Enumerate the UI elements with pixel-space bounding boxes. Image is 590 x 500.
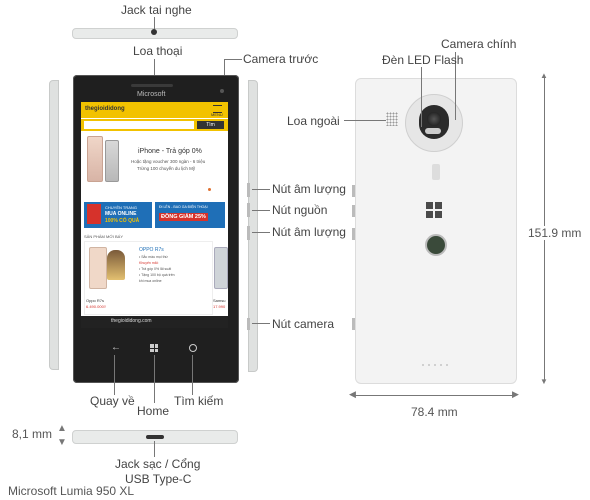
- earpiece-slot: [131, 84, 173, 87]
- nfc-badge: [425, 234, 447, 256]
- product-price: 6.490.000₫: [86, 304, 106, 309]
- promo-right-text-2: ĐỒNG GIẢM 25%: [159, 213, 208, 221]
- main-camera-inner-lens: [427, 112, 441, 126]
- thickness-label: 8,1 mm: [12, 427, 53, 441]
- label-nut-camera: Nút camera: [272, 317, 335, 331]
- headphone-jack-hole: [151, 29, 157, 35]
- label-home: Home: [137, 404, 170, 418]
- banner-title: iPhone - Trả góp 0%: [138, 148, 202, 155]
- usb-c-port: [146, 435, 164, 439]
- promo-left-text-2: MUA ONLINE: [105, 211, 137, 217]
- iphone-image-2: [105, 140, 119, 182]
- width-label: 78.4 mm: [411, 405, 458, 419]
- label-loa-thoai: Loa thoại: [133, 44, 183, 58]
- product-line-5: khi mua online: [139, 279, 162, 283]
- front-side-left: [49, 80, 59, 370]
- product2-label: Samsu: [213, 298, 226, 303]
- site-search-button: Tìm: [197, 121, 224, 129]
- product-name: OPPO R7s: [139, 247, 164, 253]
- back-pointer-line: [114, 355, 115, 395]
- section-title: SẢN PHẨM MỚI BÁY: [84, 234, 123, 239]
- banner-line-2: Trừng 100 chuyến du lịch Mỹ: [137, 166, 196, 171]
- label-nut-am-luong-1: Nút âm lượng: [272, 182, 346, 196]
- width-dimension-line: [355, 395, 515, 396]
- volume2-pointer-line: [252, 232, 270, 233]
- jack-pointer-line: [154, 17, 155, 29]
- label-den-flash: Đèn LED Flash: [382, 53, 464, 67]
- product-line-4: • Tặng 100 bộ quà trên: [139, 273, 175, 277]
- product-model-image: [107, 250, 125, 280]
- promo-right-text-1: ĐI LÊN - BAO GA ĐIỆN THOẠI: [159, 205, 208, 209]
- height-label: 151.9 mm: [528, 226, 582, 240]
- volume1-pointer-line: [252, 189, 270, 190]
- label-jack-sac-2: USB Type-C: [125, 472, 192, 486]
- front-camera-dot: [220, 89, 224, 93]
- label-tim-kiem: Tìm kiếm: [174, 394, 224, 408]
- back-bottom-dots: [420, 364, 448, 366]
- label-camera-chinh: Camera chính: [441, 37, 517, 51]
- width-arrow-right: ▶: [512, 389, 519, 399]
- site-search-input: [84, 121, 194, 129]
- product-phone-image: [89, 247, 107, 289]
- promo-left-text-1: CHUYÊN TRANG: [105, 205, 137, 210]
- microsoft-logo: [426, 202, 442, 218]
- label-nut-nguon: Nút nguồn: [272, 203, 328, 217]
- product2-price: 17.990: [213, 304, 226, 309]
- flash-led: [425, 128, 441, 134]
- label-loa-ngoai: Loa ngoài: [287, 114, 340, 128]
- label-jack-sac-1: Jack sạc / Cổng: [115, 457, 201, 471]
- flash-pointer-line: [421, 67, 422, 127]
- thickness-arrow-2: ▼: [57, 437, 67, 448]
- back-key-icon: ←: [111, 342, 121, 353]
- product-line-2: Khuyến mãi:: [139, 261, 159, 265]
- brand-label-front: Microsoft: [137, 91, 166, 98]
- camera-button: [247, 318, 250, 330]
- product-line-3: • Trả góp 0% lãi suất: [139, 267, 172, 271]
- address-url: thegioididong.com: [111, 318, 152, 324]
- search-pointer-line: [192, 355, 193, 395]
- label-quay-ve: Quay về: [90, 394, 135, 408]
- product-line-1: • Sắc màu mọi thứ: [139, 255, 168, 259]
- search-key-icon: [189, 344, 197, 352]
- promo-left-gift: [87, 204, 101, 224]
- volume-button-1: [247, 183, 250, 197]
- phone-screen: thegioididong MENU Tìm iPhone - Trả góp …: [81, 102, 228, 328]
- promo-left-text-3: 100% CÓ QUÀ: [105, 218, 140, 224]
- product2-image: [214, 247, 228, 289]
- banner-dot: [208, 188, 211, 191]
- speaker-grille: [386, 112, 398, 126]
- label-camera-truoc: Camera trước: [243, 52, 319, 66]
- camera-btn-pointer-line: [252, 323, 270, 324]
- height-arrow-top: ▲: [540, 71, 548, 80]
- banner-line-1: Hoặc tặng voucher 300 ngàn - 6 triệu: [131, 159, 206, 164]
- usb-pointer-line: [154, 441, 155, 457]
- label-jack: Jack tai nghe: [121, 3, 192, 17]
- power-pointer-line: [252, 210, 270, 211]
- power-button: [247, 203, 250, 217]
- width-arrow-left: ◀: [349, 389, 356, 399]
- iphone-image-1: [87, 136, 103, 182]
- volume-button-2: [247, 226, 250, 240]
- label-nut-am-luong-2: Nút âm lượng: [272, 225, 346, 239]
- thickness-arrow: ▲: [57, 423, 67, 434]
- home-pointer-line: [154, 355, 155, 403]
- speaker-pointer-line: [344, 120, 386, 121]
- height-arrow-bottom: ▼: [540, 377, 548, 386]
- back-logo-upper: [432, 164, 440, 180]
- menu-label: MENU: [211, 112, 223, 117]
- browser-address-bar: [81, 316, 228, 328]
- caption: Microsoft Lumia 950 XL: [8, 484, 135, 498]
- site-logo: thegioididong: [85, 106, 125, 112]
- front-camera-pointer-line: [224, 59, 242, 60]
- windows-key-icon: [150, 344, 158, 352]
- product-price-label: Oppo R7s: [86, 298, 105, 303]
